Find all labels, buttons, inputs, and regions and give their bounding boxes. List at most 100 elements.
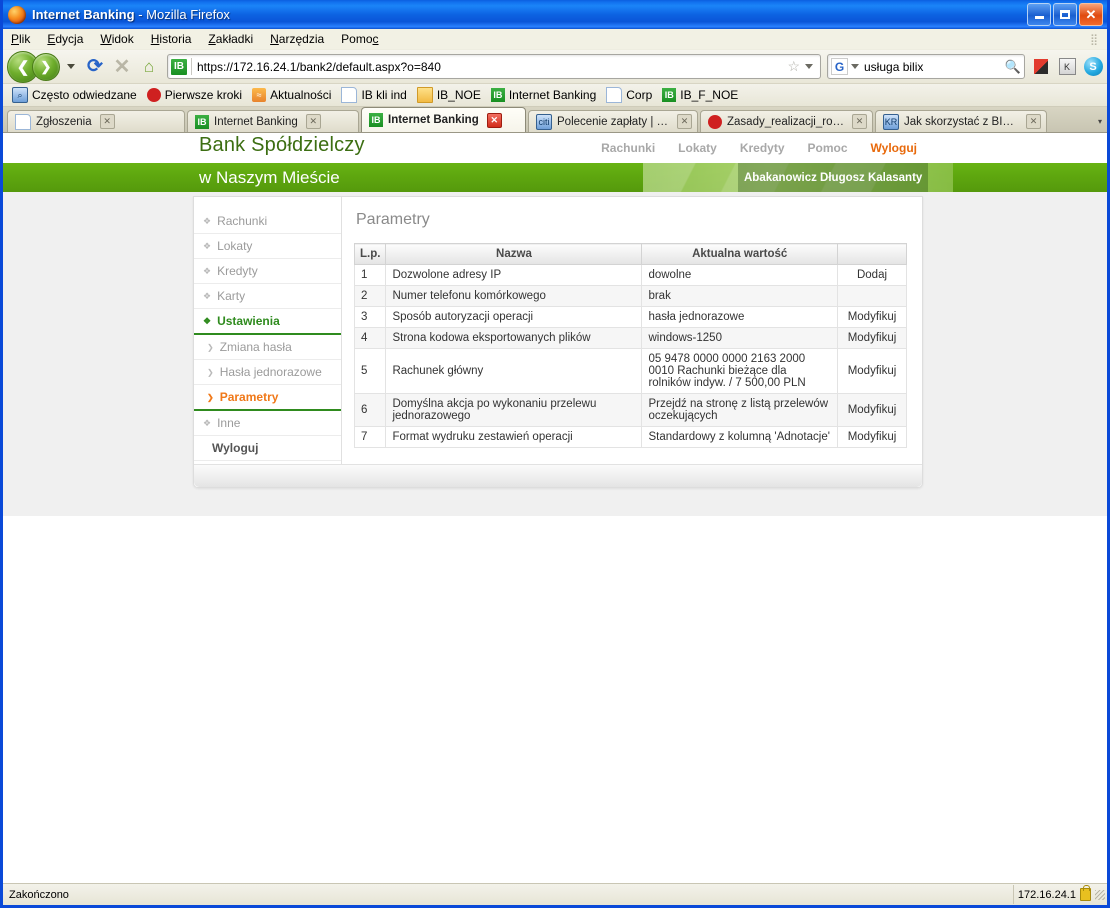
bookmark-item[interactable]: IB IB_F_NOE <box>659 87 741 103</box>
url-input[interactable]: https://172.16.24.1/bank2/default.aspx?o… <box>197 60 441 74</box>
topnav-item-lokaty[interactable]: Lokaty <box>678 141 717 155</box>
home-button[interactable]: ⌂ <box>137 55 161 79</box>
row-value-cell: dowolne <box>641 264 838 286</box>
keyboard-extension-button[interactable]: K <box>1057 56 1077 78</box>
table-row: 2 Numer telefonu komórkowego brak <box>353 285 907 307</box>
row-name-cell: Format wydruku zestawień operacji <box>385 426 643 448</box>
status-text: Zakończono <box>9 888 69 901</box>
bookmark-item[interactable]: IB Internet Banking <box>488 87 599 103</box>
sidebar-item-rachunki[interactable]: ❖ Rachunki <box>194 209 341 234</box>
browser-tab[interactable]: KR Jak skorzystać z BILIXA ... ✕ <box>875 110 1047 132</box>
bank-header: Bank Spółdzielczy Rachunki Lokaty Kredyty P… <box>3 133 1107 163</box>
browser-tab[interactable]: IB Internet Banking ✕ <box>187 110 359 132</box>
row-index-cell: 3 <box>353 306 387 328</box>
table-header-cell: L.p. <box>353 243 387 265</box>
tab-close-icon[interactable]: ✕ <box>1026 114 1041 129</box>
row-action-button[interactable]: Modyfikuj <box>837 306 907 328</box>
menu-item-pomoc[interactable]: Pomoc <box>341 32 378 46</box>
sidebar-item-hasła-jednorazowe[interactable]: ❯ Hasła jednorazowe <box>194 360 341 385</box>
sidebar-item-wyloguj[interactable]: Wyloguj <box>194 436 341 461</box>
stop-button[interactable]: ✕ <box>110 55 134 79</box>
row-action-button[interactable]: Modyfikuj <box>837 393 907 427</box>
url-bar[interactable]: IB https://172.16.24.1/bank2/default.asp… <box>167 54 821 79</box>
sidebar-item-ustawienia[interactable]: ❖ Ustawienia <box>194 309 341 335</box>
ib-icon: IB <box>195 114 209 129</box>
menu-item-widok[interactable]: Widok <box>100 32 133 46</box>
tab-label: Internet Banking <box>388 114 479 126</box>
reload-button[interactable]: ⟳ <box>83 55 107 79</box>
tab-close-icon[interactable]: ✕ <box>486 112 502 128</box>
sidebar-item-zmiana-hasła[interactable]: ❯ Zmiana hasła <box>194 335 341 360</box>
row-action-button[interactable]: Modyfikuj <box>837 426 907 448</box>
resize-grip[interactable] <box>1095 889 1105 900</box>
row-value-cell: windows-1250 <box>641 327 838 349</box>
menu-item-edycja[interactable]: Edycja <box>47 32 83 46</box>
tab-list-button[interactable]: ▾ <box>1093 110 1107 132</box>
tab-close-icon[interactable]: ✕ <box>99 114 115 129</box>
menu-item-narzedzia[interactable]: Narzędzia <box>270 32 324 46</box>
ib-icon: IB <box>490 88 505 102</box>
row-action-button[interactable]: Modyfikuj <box>837 327 907 349</box>
search-engine-dropdown-icon[interactable] <box>851 64 859 69</box>
status-security-area: 172.16.24.1 <box>1012 885 1095 904</box>
url-dropdown-icon[interactable] <box>805 64 813 69</box>
skype-extension-button[interactable]: S <box>1083 56 1103 78</box>
browser-tab[interactable]: IB Internet Banking ✕ <box>361 107 526 132</box>
bookmark-item[interactable]: IB kli ind <box>338 86 409 104</box>
search-icon[interactable]: 🔍 <box>1005 59 1021 75</box>
browser-tab[interactable]: citi Polecenie zapłaty | Kont... ✕ <box>528 110 698 132</box>
kaspersky-extension-button[interactable] <box>1031 56 1051 78</box>
close-button[interactable]: ✕ <box>1079 3 1103 26</box>
main-panel: ❖ Rachunki ❖ Lokaty ❖ Kredyty ❖ Karty ❖ Ustawieni… <box>193 196 923 488</box>
back-arrow-icon: ❮ <box>16 58 30 76</box>
maximize-button[interactable] <box>1053 3 1077 26</box>
topnav-item-kredyty[interactable]: Kredyty <box>740 141 785 155</box>
menubar-grip: ⣿ <box>1089 33 1099 46</box>
sidebar-item-kredyty[interactable]: ❖ Kredyty <box>194 259 341 284</box>
bookmark-star-icon[interactable]: ☆ <box>785 58 802 75</box>
topnav-item-wyloguj[interactable]: Wyloguj <box>871 141 917 155</box>
sidebar-item-inne[interactable]: ❖ Inne <box>194 411 341 436</box>
sidebar-item-label: Lokaty <box>217 239 253 253</box>
tab-close-icon[interactable]: ✕ <box>852 114 867 129</box>
folder-icon <box>416 87 433 103</box>
bookmark-item[interactable]: Pierwsze kroki <box>144 87 245 103</box>
tab-close-icon[interactable]: ✕ <box>305 114 321 129</box>
bookmark-item[interactable]: ⌕ Często odwiedzane <box>9 86 140 104</box>
topnav-item-pomoc[interactable]: Pomoc <box>808 141 848 155</box>
browser-tab[interactable]: Zgłoszenia ✕ <box>7 110 185 132</box>
tab-close-icon[interactable]: ✕ <box>677 114 692 129</box>
window-title-suffix: - Mozilla Firefox <box>134 7 230 22</box>
menu-item-historia[interactable]: Historia <box>151 32 192 46</box>
sidebar-item-lokaty[interactable]: ❖ Lokaty <box>194 234 341 259</box>
bookmark-item[interactable]: ≈ Aktualności <box>249 87 334 103</box>
logged-user-badge: Abakanowicz Długosz Kalasanty <box>738 163 929 192</box>
bookmark-label: Pierwsze kroki <box>164 88 243 102</box>
row-action-button[interactable]: Modyfikuj <box>837 348 907 394</box>
sidebar-item-karty[interactable]: ❖ Karty <box>194 284 341 309</box>
row-name-cell: Domyślna akcja po wykonaniu przelewu jed… <box>385 393 643 427</box>
table-head: L.p. Nazwa Aktualna wartość <box>353 243 907 265</box>
bookmark-item[interactable]: Corp <box>603 86 655 104</box>
history-dropdown-icon[interactable] <box>67 64 75 69</box>
google-icon[interactable]: G <box>831 58 848 75</box>
row-value-cell: hasła jednorazowe <box>641 306 838 328</box>
minimize-button[interactable] <box>1027 3 1051 26</box>
row-action-button[interactable]: Dodaj <box>837 264 907 286</box>
table-row: 5 Rachunek główny 05 9478 0000 0000 2163 2… <box>353 348 907 394</box>
browser-tab[interactable]: Zasady_realizacji_rozlicz... ✕ <box>700 110 873 132</box>
close-icon: ✕ <box>1085 6 1097 22</box>
menu-item-plik[interactable]: Plik <box>11 32 30 46</box>
row-value-cell: brak <box>641 285 838 307</box>
sidebar-item-parametry[interactable]: ❯ Parametry <box>194 385 341 411</box>
page-content: Bank Spółdzielczy Rachunki Lokaty Kredyty P… <box>3 132 1107 883</box>
menu-item-zakladki[interactable]: Zakładki <box>208 32 253 46</box>
bookmark-label: IB_NOE <box>436 88 481 102</box>
topnav-item-rachunki[interactable]: Rachunki <box>601 141 655 155</box>
forward-button[interactable]: ❯ <box>32 52 60 81</box>
bookmark-item[interactable]: IB_NOE <box>414 86 484 104</box>
search-input[interactable]: usługa bilix <box>864 60 1005 74</box>
table-row: 3 Sposób autoryzacji operacji hasła jednor… <box>353 306 907 328</box>
search-bar[interactable]: G usługa bilix 🔍 <box>827 54 1025 79</box>
sidebar-item-label: Rachunki <box>217 214 268 228</box>
